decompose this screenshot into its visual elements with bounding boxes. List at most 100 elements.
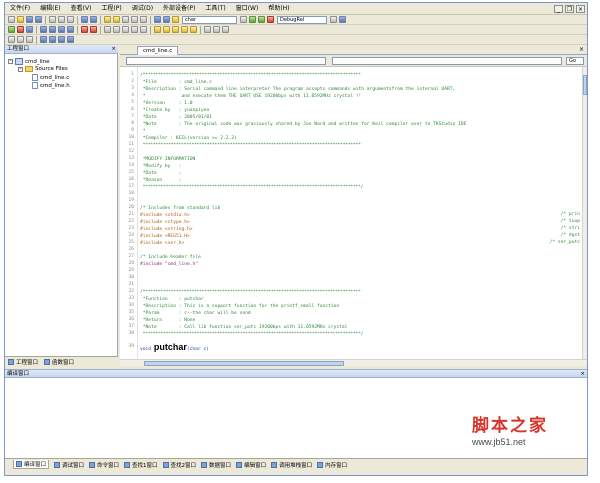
disassembly-icon[interactable] <box>131 26 138 33</box>
close-icon[interactable]: × <box>580 370 585 378</box>
tree-item-project[interactable]: - cmd_line <box>8 58 50 65</box>
bookmark-icon[interactable] <box>122 16 129 23</box>
stop-build-icon[interactable] <box>267 16 274 23</box>
layout-icon[interactable] <box>163 16 170 23</box>
search-icon[interactable] <box>172 16 179 23</box>
reset-icon[interactable] <box>26 26 33 33</box>
outdent-icon[interactable] <box>140 16 147 23</box>
go-button[interactable]: Go <box>566 57 584 65</box>
horizontal-scrollbar[interactable] <box>120 359 587 366</box>
copy-icon[interactable] <box>58 16 65 23</box>
find-icon[interactable] <box>104 16 111 23</box>
save-all-icon[interactable] <box>35 16 42 23</box>
output-tab[interactable]: 内存窗口 <box>317 461 347 469</box>
output-tab[interactable]: 查找1窗口 <box>124 461 158 469</box>
menu-window[interactable]: 窗口(W) <box>231 3 264 15</box>
stop-icon[interactable] <box>17 26 24 33</box>
scroll-thumb[interactable] <box>583 75 587 95</box>
peripheral-icon[interactable] <box>154 26 161 33</box>
interrupt-icon[interactable] <box>181 26 188 33</box>
line-number: 18 <box>128 191 134 196</box>
step-into-icon[interactable] <box>40 26 47 33</box>
memory-icon[interactable] <box>113 26 120 33</box>
output-tab[interactable]: 调试窗口 <box>54 461 84 469</box>
timer-icon[interactable] <box>172 26 179 33</box>
save-icon[interactable] <box>26 16 33 23</box>
menu-view[interactable]: 查看(V) <box>66 3 97 15</box>
open-folder-icon[interactable] <box>17 16 24 23</box>
settings-icon[interactable] <box>330 16 337 23</box>
code-line: #include <REG51.H> <box>140 234 190 239</box>
cut-icon[interactable] <box>49 16 56 23</box>
window-icon[interactable] <box>154 16 161 23</box>
bookmark-clear-icon[interactable] <box>67 36 74 43</box>
tab-cmd-line-c[interactable]: cmd_line.c <box>137 46 179 55</box>
misc-tool-icon[interactable] <box>222 26 229 33</box>
output-tab[interactable]: 调用堆栈窗口 <box>271 461 312 469</box>
close-icon[interactable]: × <box>579 46 584 53</box>
bookmark-next-icon[interactable] <box>49 36 56 43</box>
close-icon[interactable]: × <box>111 45 116 54</box>
config-combo[interactable]: DebugRel <box>277 15 327 24</box>
bookmark-prev-icon[interactable] <box>58 36 65 43</box>
collapse-icon[interactable]: - <box>8 59 13 64</box>
menu-debug[interactable]: 调试(D) <box>127 3 158 15</box>
vertical-scrollbar[interactable] <box>582 67 587 359</box>
misc-tool-icon[interactable] <box>213 26 220 33</box>
search-combo[interactable]: char <box>182 15 237 24</box>
minimize-icon[interactable]: _ <box>554 5 563 13</box>
menu-edit[interactable]: 编辑(E) <box>35 3 65 15</box>
output-tab[interactable]: 查找2窗口 <box>162 461 196 469</box>
symbol-combo[interactable] <box>332 57 562 65</box>
chevron-down-icon[interactable] <box>240 16 247 23</box>
menu-help[interactable]: 帮助(H) <box>263 3 294 15</box>
compile-icon[interactable] <box>249 16 256 23</box>
output-tab[interactable]: 编辑窗口 <box>236 461 266 469</box>
output-tab[interactable]: 编译窗口 <box>13 460 50 469</box>
new-file-icon[interactable] <box>8 16 15 23</box>
scope-combo[interactable] <box>126 57 326 65</box>
menu-file[interactable]: 文件(F) <box>5 3 35 15</box>
menu-tools[interactable]: 工具(T) <box>200 3 230 15</box>
menu-project[interactable]: 工程(P) <box>96 3 126 15</box>
run-to-cursor-icon[interactable] <box>67 26 74 33</box>
undo-icon[interactable] <box>81 16 88 23</box>
menu-peripherals[interactable]: 外部设备(P) <box>158 3 200 15</box>
collapse-icon[interactable]: - <box>18 66 23 72</box>
restore-icon[interactable]: ❐ <box>565 5 574 13</box>
build-icon[interactable] <box>258 16 265 23</box>
close-icon[interactable]: × <box>576 5 585 13</box>
code-editor[interactable]: 1 2 3 4 5 6 7 8 9 10 11 12 13 14 15 16 17 18 19 20 21 22 23 24 2… <box>120 67 582 359</box>
bookmark-toggle-icon[interactable] <box>40 36 47 43</box>
run-icon[interactable] <box>8 26 15 33</box>
paste-icon[interactable] <box>67 16 74 23</box>
call-stack-icon[interactable] <box>140 26 147 33</box>
registers-icon[interactable] <box>122 26 129 33</box>
comment-icon[interactable] <box>8 36 15 43</box>
line-number: 3 <box>131 86 134 91</box>
step-out-icon[interactable] <box>58 26 65 33</box>
tree-item-folder[interactable]: - Source Files <box>18 66 68 72</box>
watch-icon[interactable] <box>104 26 111 33</box>
tab-project[interactable]: 工程窗口 <box>8 358 38 366</box>
code-line: *Description : This is a support functio… <box>140 304 340 309</box>
breakpoint-icon[interactable] <box>81 26 88 33</box>
redo-icon[interactable] <box>90 16 97 23</box>
output-tab[interactable]: 命令窗口 <box>89 461 119 469</box>
output-tab[interactable]: 数据窗口 <box>201 461 231 469</box>
download-icon[interactable] <box>339 16 346 23</box>
step-over-icon[interactable] <box>49 26 56 33</box>
misc-tool-icon[interactable] <box>204 26 211 33</box>
port-icon[interactable] <box>190 26 197 33</box>
clear-breakpoints-icon[interactable] <box>90 26 97 33</box>
tab-functions[interactable]: 函数窗口 <box>44 358 74 366</box>
tree-item-file[interactable]: cmd_line.h <box>32 82 70 89</box>
format-icon[interactable] <box>26 36 33 43</box>
find-next-icon[interactable] <box>113 16 120 23</box>
indent-icon[interactable] <box>131 16 138 23</box>
serial-icon[interactable] <box>163 26 170 33</box>
uncomment-icon[interactable] <box>17 36 24 43</box>
scroll-thumb[interactable] <box>144 361 344 366</box>
tree-item-file[interactable]: cmd_line.c <box>32 74 69 81</box>
inline-comment: /* tuup <box>560 219 580 224</box>
